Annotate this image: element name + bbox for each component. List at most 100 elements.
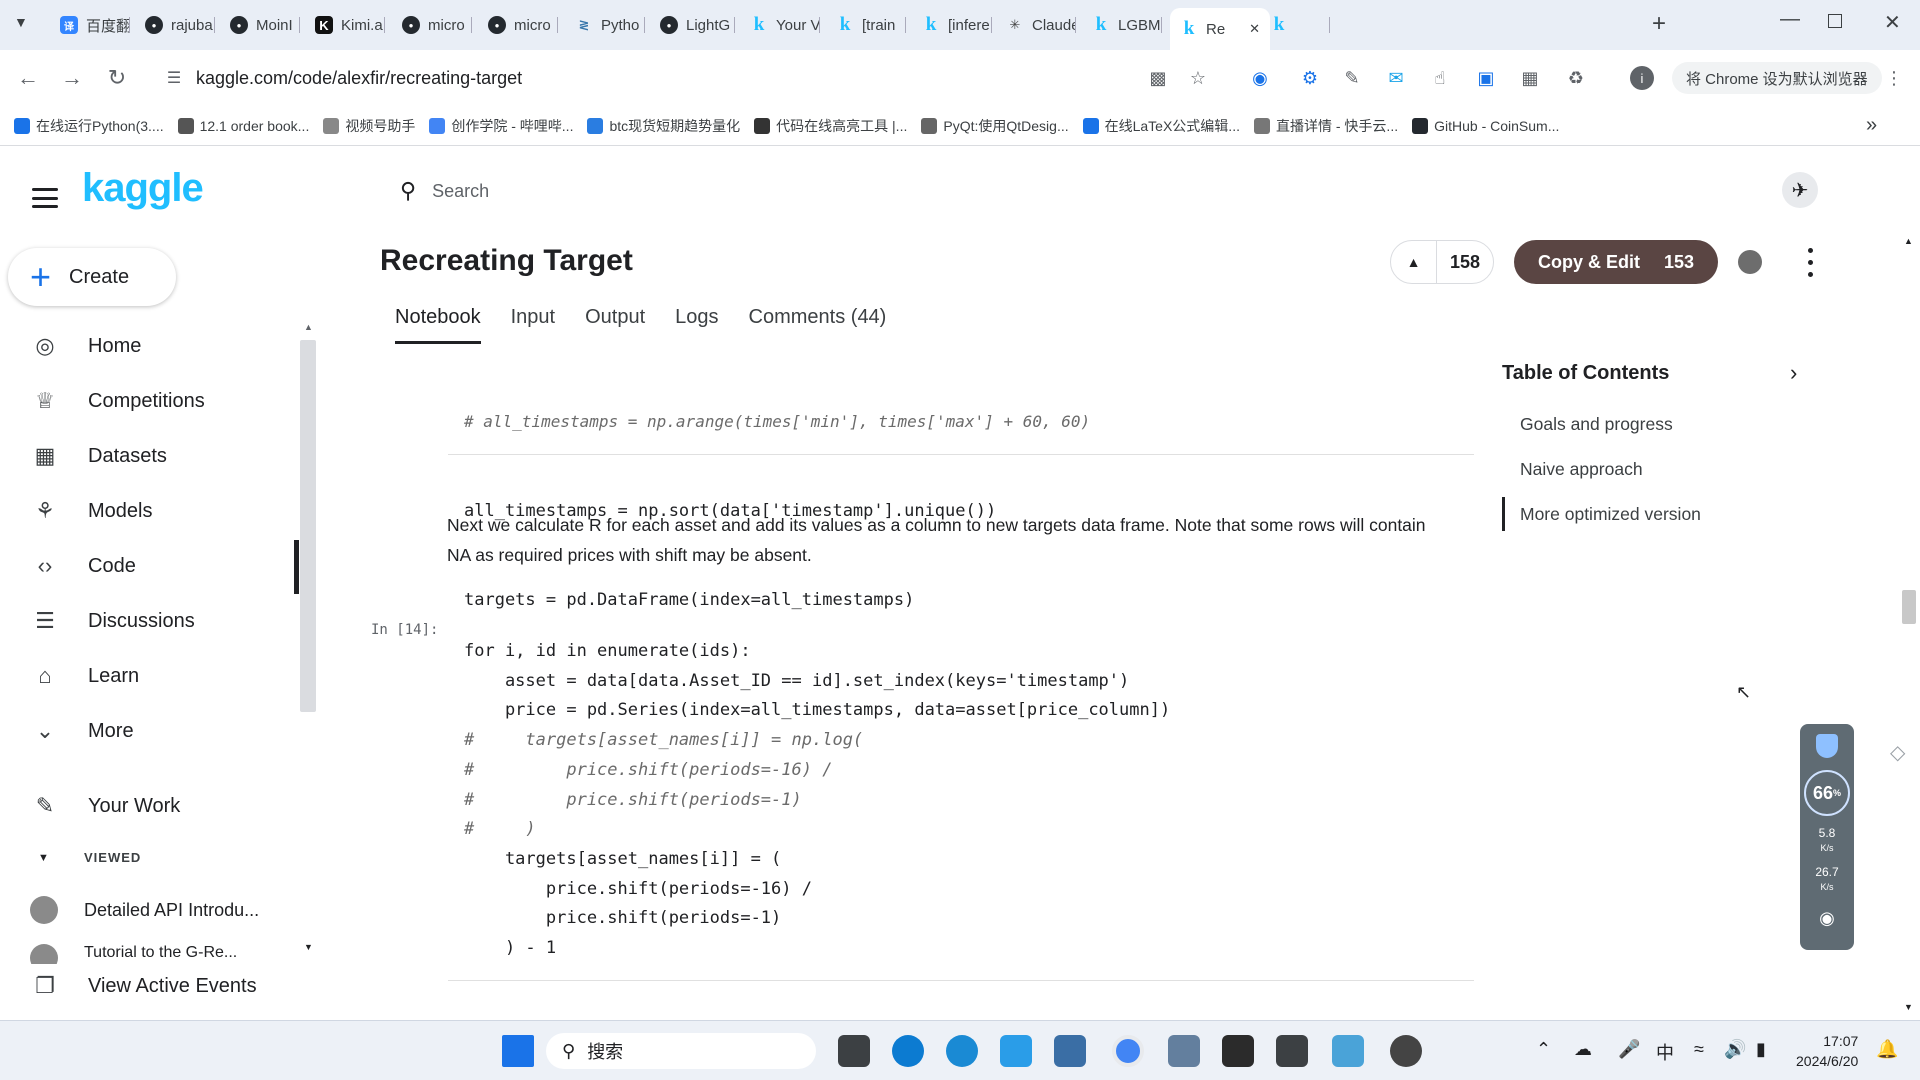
profile-avatar-icon[interactable]: i (1630, 66, 1654, 90)
back-icon[interactable]: ← (14, 64, 42, 92)
extensions-puzzle-icon[interactable]: ♻ (1564, 66, 1588, 90)
extension-icon[interactable]: ▦ (1518, 66, 1542, 90)
browser-tab[interactable]: k LGBM (1082, 8, 1162, 42)
browser-menu-icon[interactable]: ⋮ (1882, 66, 1906, 90)
close-window-icon[interactable]: ✕ (1884, 10, 1901, 35)
kaggle-logo[interactable]: kaggle (82, 166, 204, 211)
browser-tab[interactable]: k (1260, 8, 1330, 42)
reload-icon[interactable]: ↻ (103, 64, 131, 92)
bookmark-item[interactable]: 视频号助手 (323, 116, 415, 136)
bookmark-item[interactable]: 直播详情 - 快手云... (1253, 116, 1398, 136)
viewed-item[interactable]: Detailed API Introdu... (30, 896, 259, 924)
app-icon[interactable] (1054, 1035, 1086, 1067)
extension-icon[interactable]: ⚙ (1298, 66, 1322, 90)
sidebar-item-home[interactable]: ◎ Home (30, 326, 141, 366)
browser-tab[interactable]: K Kimi.a (305, 8, 385, 42)
install-app-icon[interactable]: ▩ (1146, 66, 1170, 90)
bookmark-item[interactable]: 在线运行Python(3.... (14, 116, 164, 136)
browser-tab[interactable]: ● MoinI (220, 8, 300, 42)
browser-tab[interactable]: 译百度翻 (50, 8, 130, 42)
close-tab-icon[interactable]: ✕ (1249, 21, 1260, 37)
floating-side-icon[interactable]: ◇ (1890, 740, 1905, 765)
browser-tab[interactable]: ● rajuba (135, 8, 215, 42)
set-default-browser-button[interactable]: 将 Chrome 设为默认浏览器 (1672, 62, 1882, 94)
bookmark-item[interactable]: 代码在线高亮工具 |... (754, 116, 907, 136)
toc-item-active[interactable]: More optimized version (1520, 504, 1701, 525)
wifi-icon[interactable]: ≈ (1694, 1039, 1704, 1060)
browser-tab[interactable]: k Your V (740, 8, 820, 42)
new-tab-icon[interactable]: + (1652, 10, 1666, 38)
app-icon[interactable] (1276, 1035, 1308, 1067)
page-scroll-up-icon[interactable]: ▲ (1904, 236, 1913, 246)
sidebar-scroll-up-icon[interactable]: ▲ (304, 322, 313, 332)
browser-tab[interactable]: k [train (826, 8, 906, 42)
camera-icon[interactable]: ◉ (1819, 908, 1835, 929)
cloud-icon[interactable]: ☁ (1574, 1039, 1592, 1060)
extension-icon[interactable]: ☝ (1428, 66, 1452, 90)
toc-collapse-icon[interactable]: › (1790, 360, 1797, 386)
browser-tab[interactable]: ● LightG (650, 8, 735, 42)
tab-list-dropdown-icon[interactable]: ▼ (14, 14, 36, 36)
app-icon[interactable] (946, 1035, 978, 1067)
user-avatar[interactable]: ✈ (1782, 172, 1818, 208)
bookmark-item[interactable]: 12.1 order book... (177, 117, 309, 134)
battery-icon[interactable]: ▮ (1756, 1039, 1766, 1060)
tab-notebook[interactable]: Notebook (395, 306, 481, 344)
tray-chevron-icon[interactable]: ⌃ (1536, 1039, 1551, 1060)
photos-icon[interactable] (1000, 1035, 1032, 1067)
task-view-icon[interactable] (838, 1035, 870, 1067)
author-avatar[interactable] (1738, 250, 1762, 274)
site-info-icon[interactable]: ☰ (160, 64, 188, 92)
sidebar-item-models[interactable]: ⚘ Models (30, 491, 152, 531)
network-monitor-widget[interactable]: 66% 5.8 K/s 26.7 K/s ◉ (1800, 724, 1854, 950)
sidebar-scroll-down-icon[interactable]: ▼ (304, 942, 313, 952)
bookmark-item[interactable]: btc现货短期趋势量化 (587, 116, 740, 136)
terminal-icon[interactable] (1222, 1035, 1254, 1067)
more-options-icon[interactable] (1800, 244, 1820, 280)
sidebar-item-datasets[interactable]: ▦ Datasets (30, 436, 167, 476)
create-button[interactable]: + Create (8, 248, 176, 306)
app-icon[interactable] (1390, 1035, 1422, 1067)
forward-icon[interactable]: → (58, 64, 86, 92)
bookmark-item[interactable]: PyQt:使用QtDesig... (921, 116, 1069, 136)
toc-item[interactable]: Goals and progress (1520, 414, 1673, 435)
extension-icon[interactable]: ◉ (1248, 66, 1272, 90)
sidebar-item-competitions[interactable]: ♕ Competitions (30, 381, 205, 421)
browser-tab[interactable]: ● micro (478, 8, 558, 42)
tab-logs[interactable]: Logs (675, 306, 718, 344)
tab-comments[interactable]: Comments (44) (749, 306, 887, 344)
collapse-viewed-icon[interactable]: ▼ (38, 852, 49, 864)
clock[interactable]: 17:07 2024/6/20 (1796, 1031, 1858, 1071)
ime-indicator[interactable]: 中 (1656, 1039, 1674, 1065)
hamburger-menu-icon[interactable] (32, 188, 58, 208)
app-icon[interactable] (1332, 1035, 1364, 1067)
file-explorer-icon[interactable] (1168, 1035, 1200, 1067)
taskbar-search[interactable]: ⚲ 搜索 (546, 1033, 816, 1069)
microphone-icon[interactable]: 🎤 (1618, 1039, 1640, 1060)
chat-extension-icon[interactable]: ✉ (1384, 66, 1408, 90)
extension-icon[interactable]: ▣ (1474, 66, 1498, 90)
bookmark-item[interactable]: 在线LaTeX公式编辑... (1082, 116, 1240, 136)
search-bar[interactable]: ⚲ Search (400, 178, 489, 204)
code-cell-top[interactable]: # all_timestamps = np.arange(times['min'… (464, 348, 1090, 645)
notification-bell-icon[interactable]: 🔔 (1876, 1039, 1898, 1060)
windows-start-icon[interactable] (502, 1035, 534, 1067)
edge-icon[interactable] (892, 1035, 924, 1067)
browser-tab[interactable]: ✳ Claude (996, 8, 1076, 42)
tab-output[interactable]: Output (585, 306, 645, 344)
browser-tab[interactable]: k [infere (912, 8, 992, 42)
restore-window-icon[interactable] (1828, 14, 1842, 28)
more-bookmarks-icon[interactable]: » (1866, 114, 1877, 137)
browser-tab[interactable]: ● micro (392, 8, 472, 42)
view-active-events-button[interactable]: ❐ View Active Events (30, 966, 300, 1006)
bookmark-star-icon[interactable]: ☆ (1186, 66, 1210, 90)
copy-edit-button[interactable]: Copy & Edit 153 (1514, 240, 1718, 284)
volume-icon[interactable]: 🔊 (1724, 1039, 1746, 1060)
browser-tab[interactable]: k Re ✕ (1170, 8, 1270, 50)
pen-extension-icon[interactable]: ✎ (1340, 66, 1364, 90)
bookmark-item[interactable]: GitHub - CoinSum... (1412, 117, 1559, 134)
sidebar-scrollbar[interactable] (300, 340, 316, 712)
sidebar-item-code[interactable]: ‹› Code (30, 546, 136, 586)
toc-item[interactable]: Naive approach (1520, 459, 1643, 480)
bookmark-item[interactable]: 创作学院 - 哔哩哔... (429, 116, 573, 136)
